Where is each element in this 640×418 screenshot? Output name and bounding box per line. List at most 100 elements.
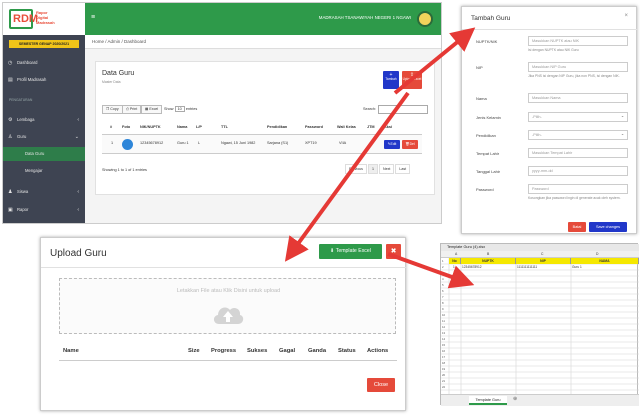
jenis-kelamin-select[interactable]: -Pilih- [528,112,628,122]
print-icon: ⎙ [126,107,129,111]
pager-page[interactable]: 1 [367,164,378,174]
excel-cell: Guru 1 [572,265,582,269]
tempat-lahir-field[interactable]: Masukkan Tempat Lahir [528,148,628,158]
cell-lp: L [198,141,201,145]
sidebar-item-guru[interactable]: ♙ Guru ⌄ [3,130,85,144]
sidebar-item-siswa[interactable]: ♟ Siswa ‹ [3,185,85,199]
col-header: # [110,125,113,129]
template-excel-button[interactable]: ⬇ Template Excel [319,244,382,259]
sidebar-item-label: Guru [17,134,27,139]
field-help: Isi dengan NUPTK atau NIK Guru [528,48,579,52]
pager-next[interactable]: Next [378,164,395,174]
excel-window: Template Guru (4).xlsx A B C D No NUPTK … [440,243,639,406]
sidebar-item-label: Mengajar [25,168,43,173]
search-label: Search: [363,107,377,111]
delete-button[interactable]: 🗑Del [402,140,418,149]
pendidikan-select[interactable]: -Pilih- [528,130,628,140]
divider [59,360,397,361]
copy-button[interactable]: ❐ Copy [102,105,123,114]
field-label: Tempat Lahir [476,151,500,156]
excel-row-number: 8 [442,301,444,305]
excel-button[interactable]: ▦ Excel [141,105,163,114]
nip-field[interactable]: Masukkan NIP Guru [528,62,628,72]
excel-header-cell: No [449,258,461,264]
nama-field[interactable]: Masukkan Nama [528,93,628,103]
nuptk-field[interactable]: Masukkan NUPTK atau NIK [528,36,628,46]
col-header: Pendidikan [267,125,288,129]
sidebar-item-rapor[interactable]: ▣ Rapor ‹ [3,203,85,217]
sidebar-item-dashboard[interactable]: ◷ Dashboard [3,56,85,70]
tanggal-lahir-field[interactable]: yyyy-mm-dd [528,166,628,176]
hamburger-icon[interactable]: ≡ [91,14,95,21]
excel-row-number: 22 [442,385,446,389]
print-label: Print [129,107,138,111]
excel-header-cell: NUPTK [461,258,516,264]
copy-icon: ❐ [106,107,110,111]
col-header: Gagal [279,348,296,354]
page-title: Data Guru [102,70,135,77]
field-label: NUPTK/NIK [476,39,498,44]
excel-header-cell: NIP [516,258,571,264]
divider [462,29,638,30]
table-info: Showing 1 to 1 of 1 entries [102,168,147,172]
excel-gridlines [441,258,639,394]
col-header: Wali Kelas [337,125,356,129]
sidebar-item-data-guru[interactable]: Data Guru [3,147,85,161]
entries-label: entries [185,107,198,111]
print-button[interactable]: ⎙ Print [122,105,142,114]
sidebar-item-mengajar[interactable]: Mengajar [3,164,85,178]
breadcrumb: Home / Admin / Dashboard [85,35,441,49]
col-header: NIK/NUPTK [140,125,161,129]
excel-title: Template Guru (4).xlsx [441,244,639,251]
excel-row-number: 12 [442,325,446,329]
close-icon[interactable]: × [624,13,628,19]
col-header: Size [188,348,200,354]
school-emblem-icon [417,11,433,27]
col-header: Foto [122,125,131,129]
pager-previous[interactable]: Previous [345,164,367,174]
copy-label: Copy [110,107,119,111]
upload-dropzone[interactable]: Letakkan File atau Klik Disini untuk upl… [59,278,396,334]
avatar [122,139,133,150]
excel-grid[interactable]: No NUPTK NIP NAMA 1 12345678912 11111111… [441,258,639,394]
logo-letters: RDM [13,13,39,25]
sidebar-item-profil[interactable]: ▤ Profil Madrasah [3,73,85,87]
sidebar-item-label: Profil Madrasah [17,77,47,82]
batal-button[interactable]: Batal [568,222,586,232]
group-icon: ♟ [8,189,13,195]
excel-cell: 1 [453,265,455,269]
excel-row-number: 9 [442,307,444,311]
excel-row-number: 4 [442,277,444,281]
school-name: MADRASAH TSANAWIYAH NEGERI 1 NGAWI [318,15,411,20]
sheet-tab-template-guru[interactable]: Template Guru [469,396,507,405]
col-header: Password [305,125,323,129]
save-changes-button[interactable]: Save changes [589,222,627,232]
sidebar: RDM Rapor Digital Madrasah SEMESTER GENA… [3,3,85,223]
pager-last[interactable]: Last [395,164,411,174]
cell-jtm: 0 [370,141,373,145]
close-button[interactable]: Close [367,378,395,392]
close-button[interactable]: ✖ [386,244,401,259]
password-field[interactable]: Password [528,184,628,194]
sidebar-section-header: PENGATURAN [9,98,33,102]
excel-row-number: 1 [442,259,444,263]
sidebar-item-label: Lembaga [17,117,35,122]
data-guru-panel: Data Guru Master Data + Tambah ⇪ Upload Ex… [95,61,435,195]
cell-no: 1 [111,141,114,145]
cell-nik: 12345678912 [140,141,164,145]
sidebar-item-lembaga[interactable]: ⚙ Lembaga ‹ [3,113,85,127]
search-input[interactable] [378,105,428,114]
dropzone-text: Letakkan File atau Klik Disini untuk upl… [176,288,281,294]
sidebar-item-label: Dashboard [17,60,38,65]
upload-excel-button[interactable]: ⇪ Upload Excel [402,71,422,89]
add-sheet-icon[interactable]: ⊕ [513,396,517,402]
delete-label: Del [409,142,415,146]
excel-row-number: 7 [442,295,444,299]
column-letter: C [541,252,544,256]
dashboard-icon: ◷ [8,60,13,66]
tambah-button[interactable]: + Tambah [383,71,399,89]
cell-password: XPT19 [305,141,317,145]
entries-select[interactable]: 10 [174,106,185,112]
column-letter: A [455,252,458,256]
edit-button[interactable]: ✎Edit [384,140,400,149]
